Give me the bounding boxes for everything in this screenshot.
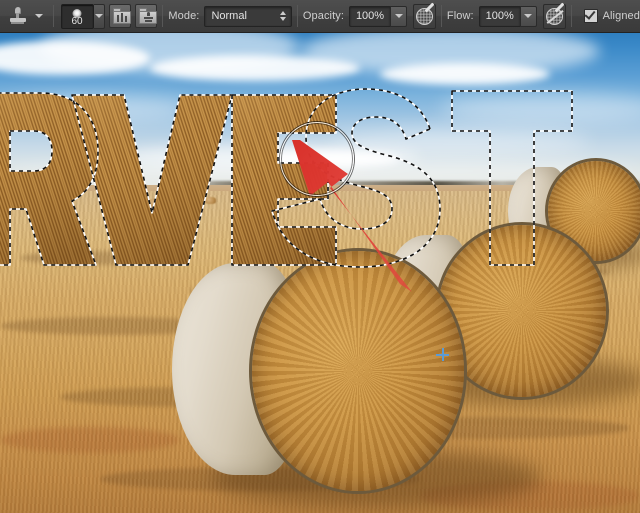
brush-size-preset-button[interactable]: 60 <box>60 3 94 29</box>
brush-preset-dropdown-button[interactable] <box>93 3 106 29</box>
toolbar-separator-2 <box>162 5 164 27</box>
cloud <box>380 63 550 85</box>
clone-source-crosshair <box>436 348 449 361</box>
distant-bale <box>148 199 161 207</box>
document-canvas[interactable] <box>0 33 640 513</box>
tool-preset-picker-button[interactable] <box>31 4 47 28</box>
toggle-clone-source-panel-button[interactable] <box>135 4 158 28</box>
airbrush-icon <box>545 2 565 25</box>
blend-mode-select[interactable]: Normal <box>204 5 292 27</box>
aligned-checkbox[interactable] <box>583 8 598 23</box>
airbrush-toggle-button[interactable] <box>542 2 566 29</box>
cloud <box>0 95 190 121</box>
toolbar-separator-4 <box>440 5 442 27</box>
toggle-brush-panel-button[interactable] <box>109 4 132 28</box>
checkmark-icon <box>584 8 596 20</box>
cloud <box>440 93 640 123</box>
chevron-down-icon <box>524 14 533 18</box>
toolbar-separator-3 <box>296 5 298 27</box>
distant-bale <box>205 197 216 204</box>
clone-stamp-icon <box>9 7 27 25</box>
opacity-label: Opacity: <box>302 10 345 22</box>
brush-circle-cursor <box>280 122 354 196</box>
aligned-label: Aligned <box>602 10 640 22</box>
blend-mode-value: Normal <box>211 10 247 22</box>
opacity-pressure-toggle-button[interactable] <box>413 2 436 29</box>
toolbar-separator-1 <box>52 5 54 27</box>
opacity-value: 100% <box>349 5 391 27</box>
updown-spinner-icon <box>279 11 291 21</box>
opacity-field[interactable]: 100% <box>349 5 408 27</box>
flow-label: Flow: <box>446 10 474 22</box>
chevron-down-icon <box>394 14 403 18</box>
flow-value: 100% <box>478 5 520 27</box>
clone-stamp-tool-button[interactable] <box>4 3 31 29</box>
options-bar: 60 Mode: Normal Opacity: 100% Flow: 100% <box>0 0 640 33</box>
hay-bale-foreground <box>172 251 542 507</box>
toolbar-separator-5 <box>570 5 572 27</box>
flow-dropdown-button[interactable] <box>519 5 537 27</box>
pressure-opacity-icon <box>415 2 435 25</box>
opacity-dropdown-button[interactable] <box>390 5 408 27</box>
distant-bale <box>115 200 131 209</box>
chevron-down-icon <box>94 14 103 18</box>
chevron-down-icon <box>35 14 44 18</box>
brush-size-value: 60 <box>71 15 83 27</box>
mode-label: Mode: <box>168 10 200 22</box>
flow-field[interactable]: 100% <box>478 5 537 27</box>
